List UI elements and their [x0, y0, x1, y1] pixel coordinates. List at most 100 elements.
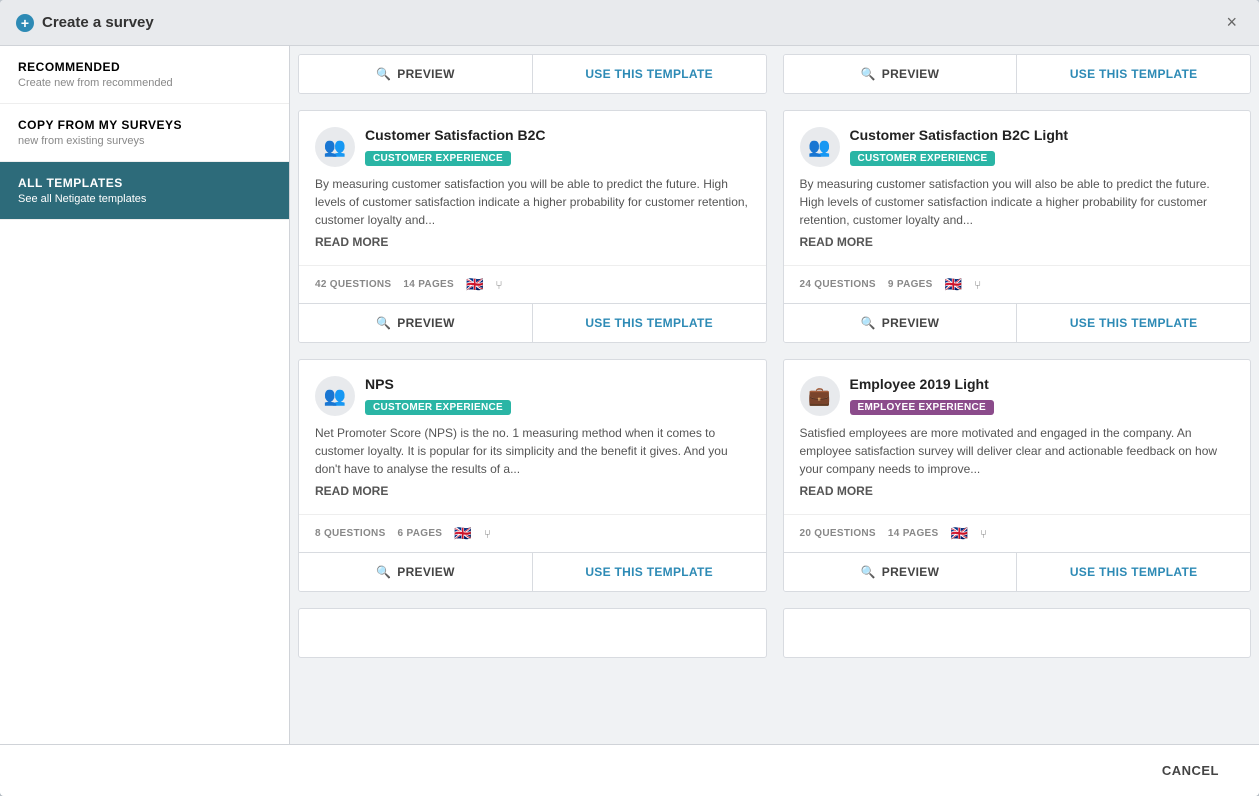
card-nps-title-area: NPS Customer Experience [365, 376, 750, 415]
partial-use-right[interactable]: USE THIS TEMPLATE [1017, 55, 1250, 93]
sidebar-item-copy-subtitle: new from existing surveys [18, 135, 271, 147]
card-csat-b2c-description: By measuring customer satisfaction you w… [315, 175, 750, 229]
card-nps-description: Net Promoter Score (NPS) is the no. 1 me… [315, 424, 750, 478]
partial-bottom-right [783, 608, 1252, 658]
card-csat-b2c-light-header: 👥 Customer Satisfaction B2C Light Custom… [800, 127, 1235, 167]
card-csat-b2c-light-branch: ⑂ [974, 278, 981, 292]
cancel-button[interactable]: CANCEL [1146, 757, 1235, 784]
sidebar-item-recommended-subtitle: Create new from recommended [18, 77, 271, 89]
card-nps-header: 👥 NPS Customer Experience [315, 376, 750, 416]
card-csat-b2c-light-pages: 9 PAGES [888, 279, 933, 290]
partial-use-left[interactable]: USE THIS TEMPLATE [533, 55, 766, 93]
sidebar-item-copy-title: COPY FROM MY SURVEYS [18, 118, 271, 132]
sidebar-item-all-title: ALL TEMPLATES [18, 176, 271, 190]
card-csat-b2c-questions: 42 QUESTIONS [315, 279, 391, 290]
card-nps-badge: Customer Experience [365, 400, 511, 415]
card-nps-pages: 6 PAGES [398, 528, 443, 539]
card-employee-light-actions: 🔍 PREVIEW USE THIS TEMPLATE [784, 552, 1251, 591]
plus-circle-icon: + [16, 14, 34, 32]
partial-bottom-row [290, 600, 1259, 666]
content-area: 🔍 PREVIEW USE THIS TEMPLATE 🔍 PREVIEW US… [290, 46, 1259, 744]
card-nps-flag: 🇬🇧 [454, 525, 471, 542]
card-csat-b2c-body: 👥 Customer Satisfaction B2C Customer Exp… [299, 111, 766, 265]
preview-icon-nps: 🔍 [376, 565, 391, 579]
card-csat-b2c-badge: Customer Experience [365, 151, 511, 166]
card-csat-b2c-preview-btn[interactable]: 🔍 PREVIEW [299, 304, 533, 342]
card-employee-light: 💼 Employee 2019 Light Employee Experienc… [783, 359, 1252, 592]
card-csat-b2c: 👥 Customer Satisfaction B2C Customer Exp… [298, 110, 767, 343]
card-csat-b2c-flag: 🇬🇧 [466, 276, 483, 293]
card-csat-b2c-light-description: By measuring customer satisfaction you w… [800, 175, 1235, 229]
sidebar: RECOMMENDED Create new from recommended … [0, 46, 290, 744]
preview-icon-partial-right: 🔍 [861, 67, 876, 81]
modal-body: RECOMMENDED Create new from recommended … [0, 46, 1259, 744]
sidebar-item-all-templates[interactable]: ALL TEMPLATES See all Netigate templates [0, 162, 289, 220]
card-csat-b2c-title: Customer Satisfaction B2C [365, 127, 750, 143]
card-employee-light-meta: 20 QUESTIONS 14 PAGES 🇬🇧 ⑂ [784, 514, 1251, 552]
card-csat-b2c-light-read-more[interactable]: READ MORE [800, 235, 1235, 249]
card-csat-b2c-light-questions: 24 QUESTIONS [800, 279, 876, 290]
card-employee-light-read-more[interactable]: READ MORE [800, 484, 1235, 498]
card-csat-b2c-light: 👥 Customer Satisfaction B2C Light Custom… [783, 110, 1252, 343]
close-button[interactable]: × [1220, 10, 1243, 35]
card-employee-light-description: Satisfied employees are more motivated a… [800, 424, 1235, 478]
card-csat-b2c-use-btn[interactable]: USE THIS TEMPLATE [533, 304, 766, 342]
modal-footer: CANCEL [0, 744, 1259, 796]
card-csat-b2c-actions: 🔍 PREVIEW USE THIS TEMPLATE [299, 303, 766, 342]
card-csat-b2c-read-more[interactable]: READ MORE [315, 235, 750, 249]
card-employee-light-title-area: Employee 2019 Light Employee Experience [850, 376, 1235, 415]
card-csat-b2c-light-meta: 24 QUESTIONS 9 PAGES 🇬🇧 ⑂ [784, 265, 1251, 303]
card-nps-questions: 8 QUESTIONS [315, 528, 386, 539]
card-csat-b2c-light-flag: 🇬🇧 [945, 276, 962, 293]
card-csat-b2c-header: 👥 Customer Satisfaction B2C Customer Exp… [315, 127, 750, 167]
card-csat-b2c-light-actions: 🔍 PREVIEW USE THIS TEMPLATE [784, 303, 1251, 342]
cards-grid: 👥 Customer Satisfaction B2C Customer Exp… [290, 102, 1259, 600]
card-nps-meta: 8 QUESTIONS 6 PAGES 🇬🇧 ⑂ [299, 514, 766, 552]
card-nps-branch: ⑂ [484, 527, 491, 541]
partial-preview-left[interactable]: 🔍 PREVIEW [299, 55, 533, 93]
partial-card-left: 🔍 PREVIEW USE THIS TEMPLATE [298, 54, 767, 94]
card-csat-b2c-light-title-area: Customer Satisfaction B2C Light Customer… [850, 127, 1235, 166]
card-employee-light-header: 💼 Employee 2019 Light Employee Experienc… [800, 376, 1235, 416]
card-csat-b2c-branch: ⑂ [495, 278, 502, 292]
card-employee-light-branch: ⑂ [980, 527, 987, 541]
card-nps-preview-btn[interactable]: 🔍 PREVIEW [299, 553, 533, 591]
card-csat-b2c-light-preview-btn[interactable]: 🔍 PREVIEW [784, 304, 1018, 342]
card-nps-use-btn[interactable]: USE THIS TEMPLATE [533, 553, 766, 591]
preview-icon-partial-left: 🔍 [376, 67, 391, 81]
card-employee-light-preview-btn[interactable]: 🔍 PREVIEW [784, 553, 1018, 591]
card-csat-b2c-light-body: 👥 Customer Satisfaction B2C Light Custom… [784, 111, 1251, 265]
card-employee-light-icon: 💼 [800, 376, 840, 416]
card-csat-b2c-light-use-btn[interactable]: USE THIS TEMPLATE [1017, 304, 1250, 342]
sidebar-item-recommended[interactable]: RECOMMENDED Create new from recommended [0, 46, 289, 104]
sidebar-item-copy-surveys[interactable]: COPY FROM MY SURVEYS new from existing s… [0, 104, 289, 162]
card-nps-read-more[interactable]: READ MORE [315, 484, 750, 498]
card-employee-light-questions: 20 QUESTIONS [800, 528, 876, 539]
modal-header-left: + Create a survey [16, 14, 154, 32]
card-employee-light-title: Employee 2019 Light [850, 376, 1235, 392]
preview-icon-csat-b2c-light: 🔍 [861, 316, 876, 330]
modal-header: + Create a survey × [0, 0, 1259, 46]
partial-card-right: 🔍 PREVIEW USE THIS TEMPLATE [783, 54, 1252, 94]
card-nps: 👥 NPS Customer Experience Net Promoter S… [298, 359, 767, 592]
modal-title: Create a survey [42, 14, 154, 31]
sidebar-item-all-subtitle: See all Netigate templates [18, 193, 271, 205]
partial-top-row: 🔍 PREVIEW USE THIS TEMPLATE 🔍 PREVIEW US… [290, 46, 1259, 102]
card-csat-b2c-icon: 👥 [315, 127, 355, 167]
card-nps-icon: 👥 [315, 376, 355, 416]
partial-bottom-left [298, 608, 767, 658]
card-employee-light-body: 💼 Employee 2019 Light Employee Experienc… [784, 360, 1251, 514]
card-csat-b2c-light-icon: 👥 [800, 127, 840, 167]
card-employee-light-use-btn[interactable]: USE THIS TEMPLATE [1017, 553, 1250, 591]
card-csat-b2c-title-area: Customer Satisfaction B2C Customer Exper… [365, 127, 750, 166]
card-nps-actions: 🔍 PREVIEW USE THIS TEMPLATE [299, 552, 766, 591]
create-survey-modal: + Create a survey × RECOMMENDED Create n… [0, 0, 1259, 796]
preview-icon-csat-b2c: 🔍 [376, 316, 391, 330]
card-employee-light-pages: 14 PAGES [888, 528, 939, 539]
card-csat-b2c-light-badge: Customer Experience [850, 151, 996, 166]
preview-icon-employee-light: 🔍 [861, 565, 876, 579]
sidebar-item-recommended-title: RECOMMENDED [18, 60, 271, 74]
card-csat-b2c-meta: 42 QUESTIONS 14 PAGES 🇬🇧 ⑂ [299, 265, 766, 303]
card-csat-b2c-light-title: Customer Satisfaction B2C Light [850, 127, 1235, 143]
partial-preview-right[interactable]: 🔍 PREVIEW [784, 55, 1018, 93]
